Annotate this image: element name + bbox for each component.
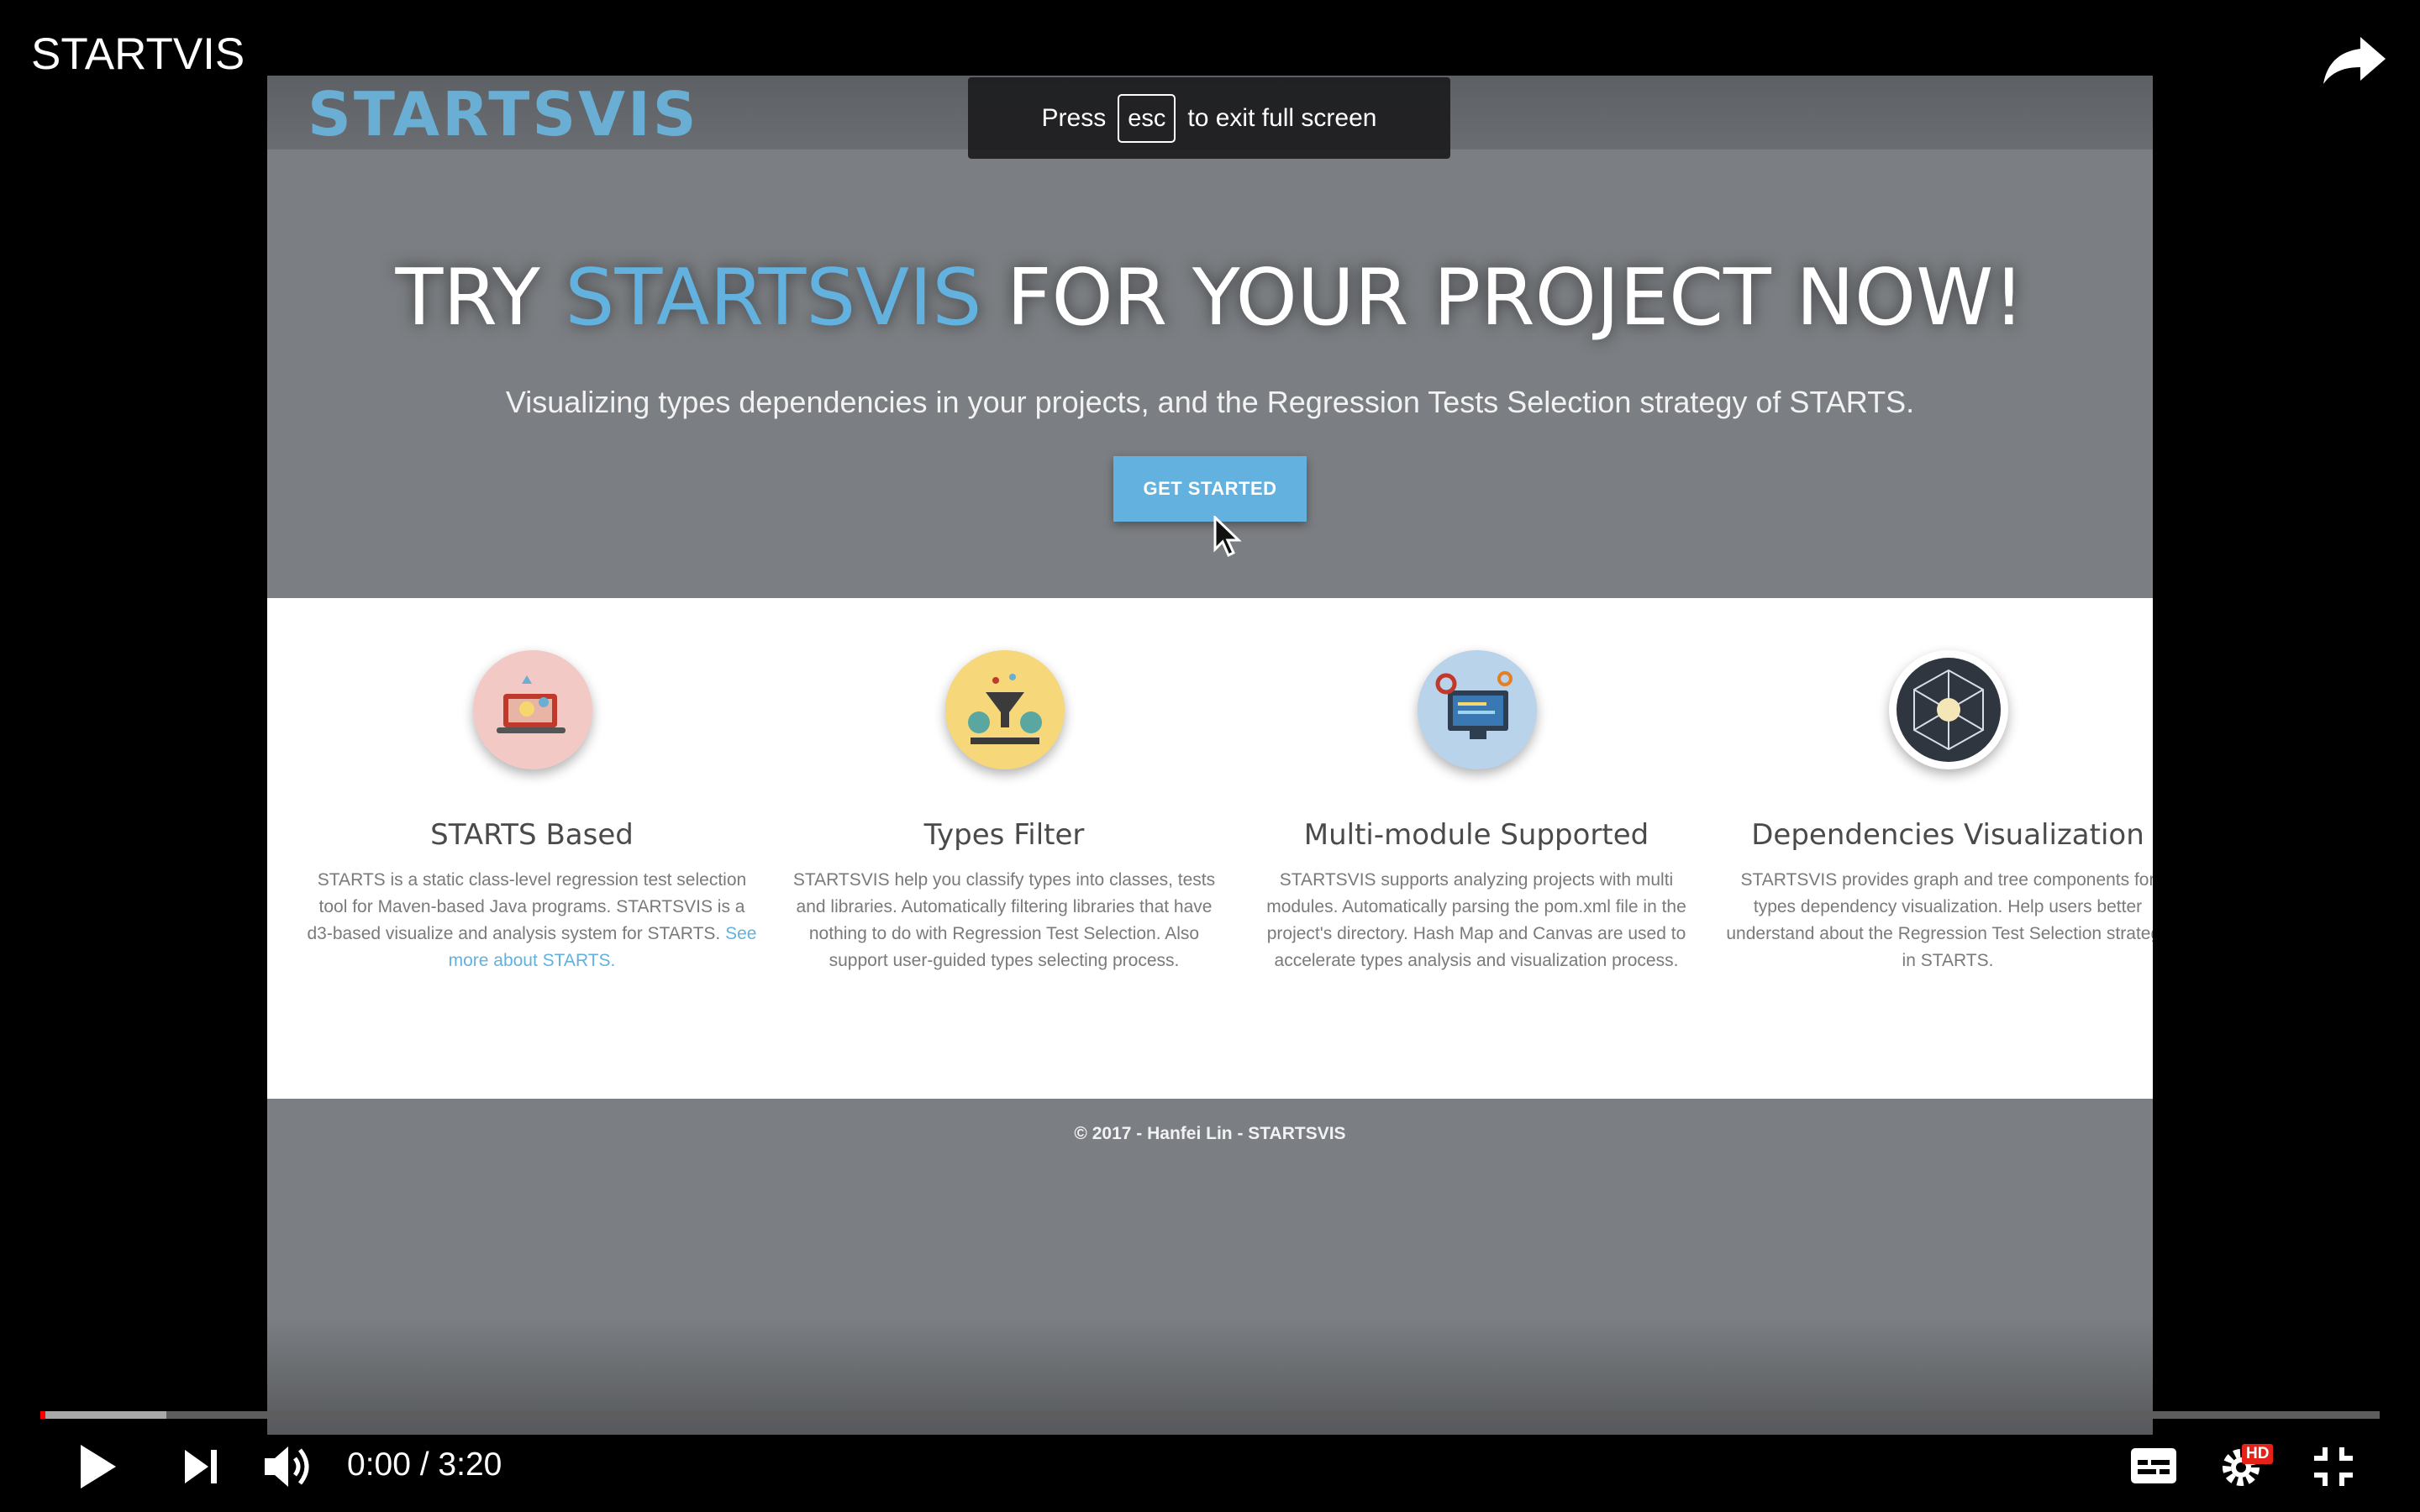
progress-played <box>40 1411 45 1419</box>
volume-icon[interactable] <box>263 1443 317 1490</box>
monitor-gears-icon <box>1418 650 1537 769</box>
exit-fullscreen-icon[interactable] <box>2312 1446 2354 1488</box>
next-icon[interactable] <box>183 1448 218 1485</box>
progress-buffered <box>40 1411 167 1419</box>
share-icon[interactable] <box>2322 35 2387 86</box>
esc-key-badge: esc <box>1118 93 1176 143</box>
duration: 3:20 <box>438 1446 502 1483</box>
fullscreen-toast: Press esc to exit full screen <box>968 77 1450 159</box>
feature-description-text: STARTS is a static class-level regressio… <box>307 870 747 943</box>
hero-subtitle: Visualizing types dependencies in your p… <box>505 385 1915 419</box>
feature-title: Multi-module Supported <box>1303 818 1649 852</box>
site-logo[interactable]: STARTSVIS <box>308 79 699 150</box>
feature-description: STARTSVIS supports analyzing projects wi… <box>1266 870 1686 970</box>
hero-title-suffix: FOR YOUR PROJECT NOW! <box>981 252 2025 343</box>
toast-exit-label: to exit full screen <box>1187 103 1377 132</box>
video-frame[interactable]: STARTSVIS TRY STARTSVIS FOR YOUR PROJECT… <box>267 76 2153 1435</box>
feature-title: STARTS Based <box>430 818 634 852</box>
hero-title-accent: STARTSVIS <box>565 252 982 343</box>
get-started-button[interactable]: GET STARTED <box>1113 456 1307 522</box>
site-footer: © 2017 - Hanfei Lin - STARTSVIS <box>1074 1124 1346 1143</box>
hero-title-prefix: TRY <box>395 252 566 343</box>
hd-badge: HD <box>2242 1444 2274 1464</box>
video-title[interactable]: STARTVIS <box>31 29 245 80</box>
features-section: STARTS Based STARTS is a static class-le… <box>267 598 2153 1099</box>
feature-title: Types Filter <box>923 818 1085 852</box>
play-icon[interactable] <box>77 1443 119 1490</box>
feature-title: Dependencies Visualization <box>1751 818 2144 852</box>
network-graph-icon <box>1889 650 2008 769</box>
hero-title: TRY STARTSVIS FOR YOUR PROJECT NOW! <box>267 252 2153 343</box>
laptop-tools-icon <box>473 650 592 769</box>
feature-description: STARTSVIS help you classify types into c… <box>792 870 1216 970</box>
time-separator: / <box>410 1446 439 1483</box>
feature-description: STARTSVIS provides graph and tree compon… <box>1726 870 2153 970</box>
progress-bar[interactable] <box>40 1411 2380 1419</box>
current-time: 0:00 <box>347 1446 411 1483</box>
subtitles-icon[interactable] <box>2129 1446 2178 1485</box>
feature-description: STARTS is a static class-level regressio… <box>305 867 759 974</box>
filter-gears-icon <box>945 650 1065 769</box>
mouse-cursor-icon <box>1213 516 1242 558</box>
time-display: 0:00 / 3:20 <box>347 1446 502 1483</box>
toast-press-label: Press <box>1041 103 1107 132</box>
